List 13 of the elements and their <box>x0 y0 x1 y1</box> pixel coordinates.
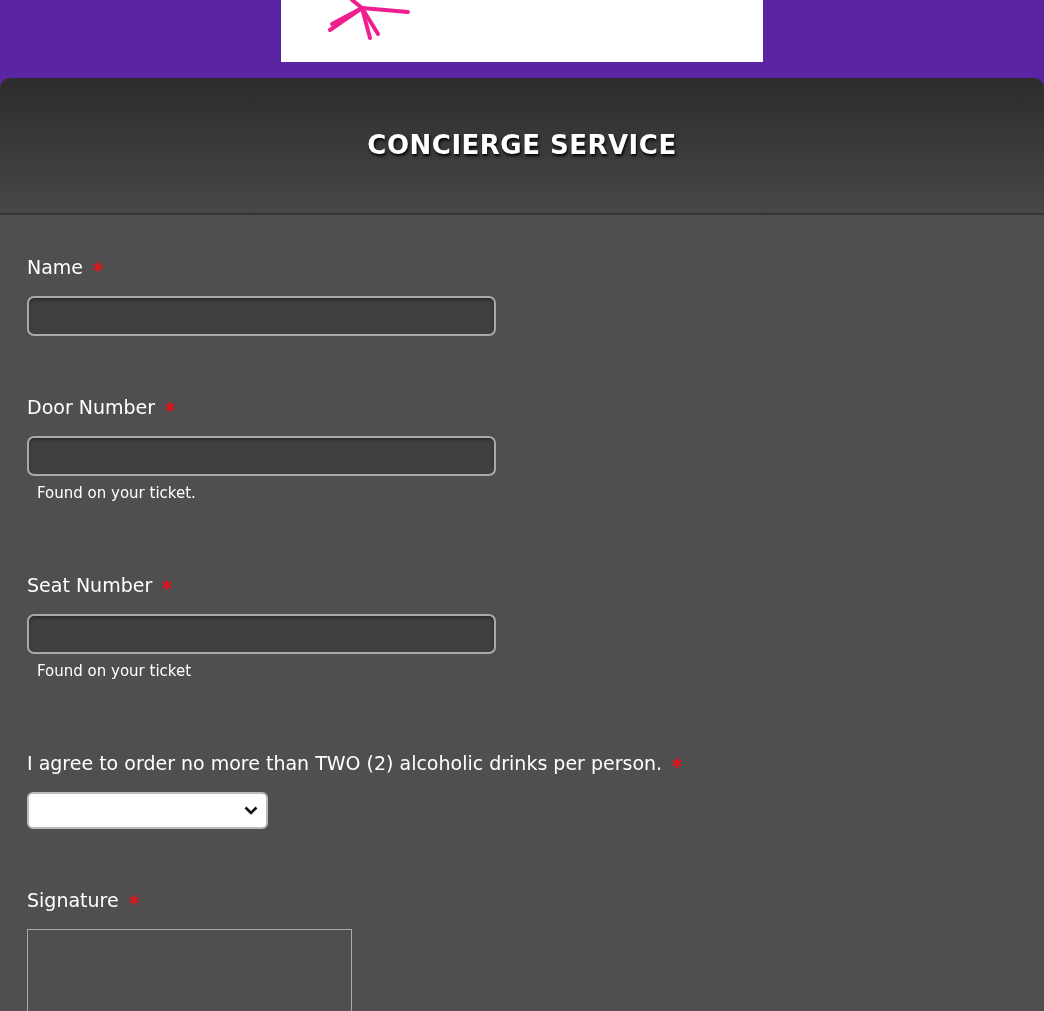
form-title: CONCIERGE SERVICE <box>367 129 677 162</box>
dropdown-field[interactable] <box>27 792 268 829</box>
field-hint: Found on your ticket. <box>37 484 197 502</box>
chevron-down-icon <box>244 806 258 815</box>
field-label: Door Number <box>27 396 156 418</box>
text-input-field[interactable] <box>27 436 496 476</box>
field-label: I agree to order no more than TWO (2) alcoholic drinks per person. <box>27 752 663 774</box>
field-label: Seat Number <box>27 574 153 596</box>
field-label: Signature <box>27 889 119 911</box>
field-label: Name <box>27 256 84 278</box>
text-input-field[interactable] <box>27 296 496 336</box>
field-hint: Found on your ticket <box>37 662 193 680</box>
text-input-field[interactable] <box>27 614 496 654</box>
